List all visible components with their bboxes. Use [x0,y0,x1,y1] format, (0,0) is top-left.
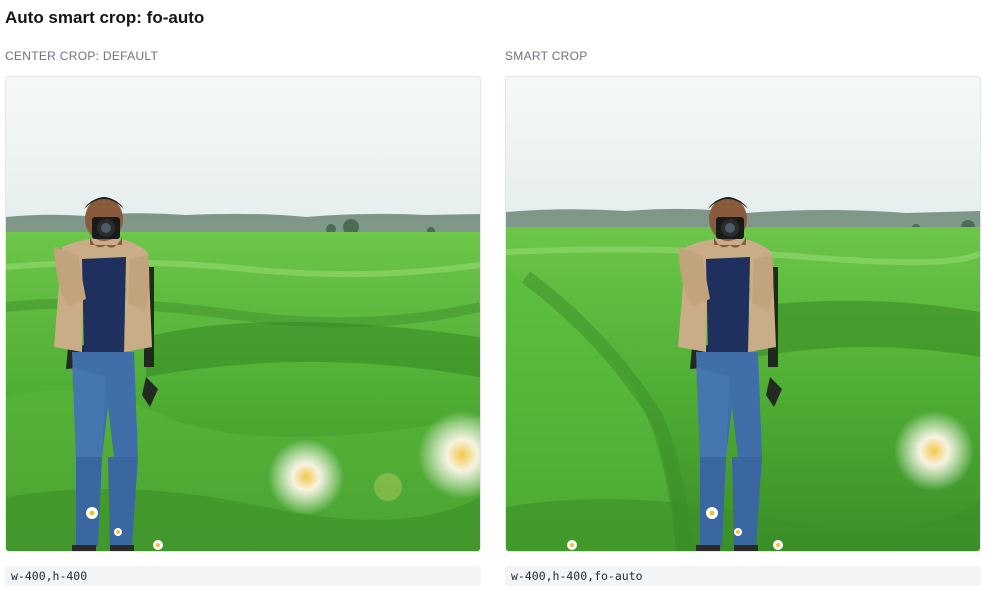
smart-crop-example: SMART CROP w-400,h-400,fo-auto [505,48,981,586]
smart-crop-transform-code: w-400,h-400,fo-auto [505,566,981,586]
page-title: Auto smart crop: fo-auto [5,8,205,27]
center-crop-transform-code: w-400,h-400 [5,566,481,586]
center-crop-example: CENTER CROP: DEFAULT w-400,h-400 [5,48,481,586]
center-crop-image [5,76,481,552]
smart-crop-image [505,76,981,552]
smart-crop-photo [506,77,980,551]
center-crop-label: CENTER CROP: DEFAULT [5,49,159,63]
center-crop-photo [6,77,480,551]
smart-crop-label: SMART CROP [505,49,588,63]
